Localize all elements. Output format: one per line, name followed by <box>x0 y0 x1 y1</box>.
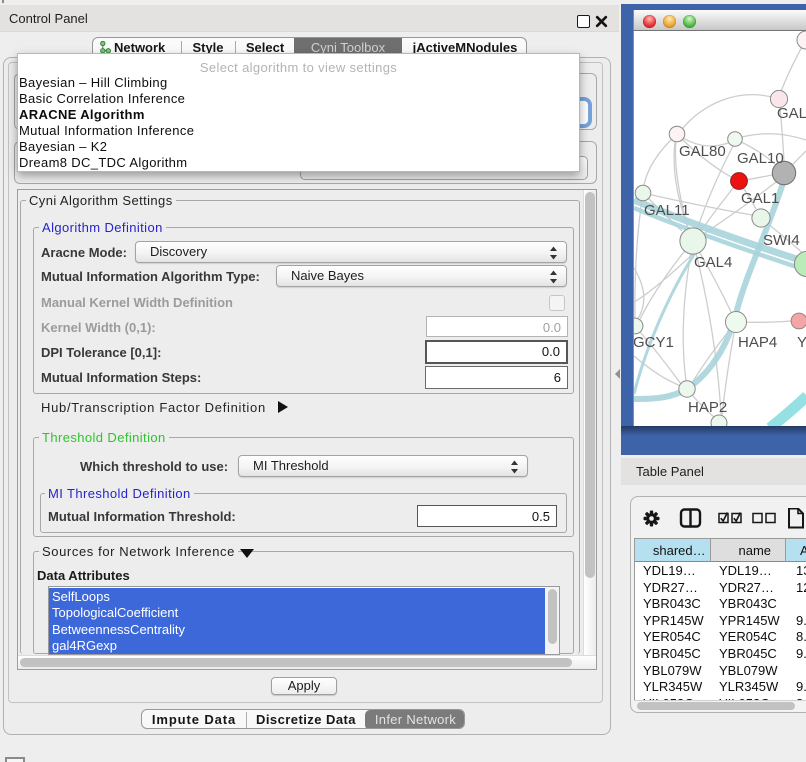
svg-text:GAL7: GAL7 <box>777 105 806 122</box>
svg-text:SWI4: SWI4 <box>763 232 800 249</box>
svg-text:GAL11: GAL11 <box>644 202 690 219</box>
svg-text:GAL1: GAL1 <box>741 190 779 207</box>
svg-text:Y: Y <box>797 334 806 351</box>
svg-text:GAL4: GAL4 <box>694 254 732 271</box>
svg-text:GCY1: GCY1 <box>634 334 674 351</box>
svg-text:GAL80: GAL80 <box>679 143 726 160</box>
svg-text:HAP2: HAP2 <box>688 399 727 416</box>
svg-text:GAL10: GAL10 <box>737 150 784 167</box>
svg-text:HAP4: HAP4 <box>738 334 777 351</box>
